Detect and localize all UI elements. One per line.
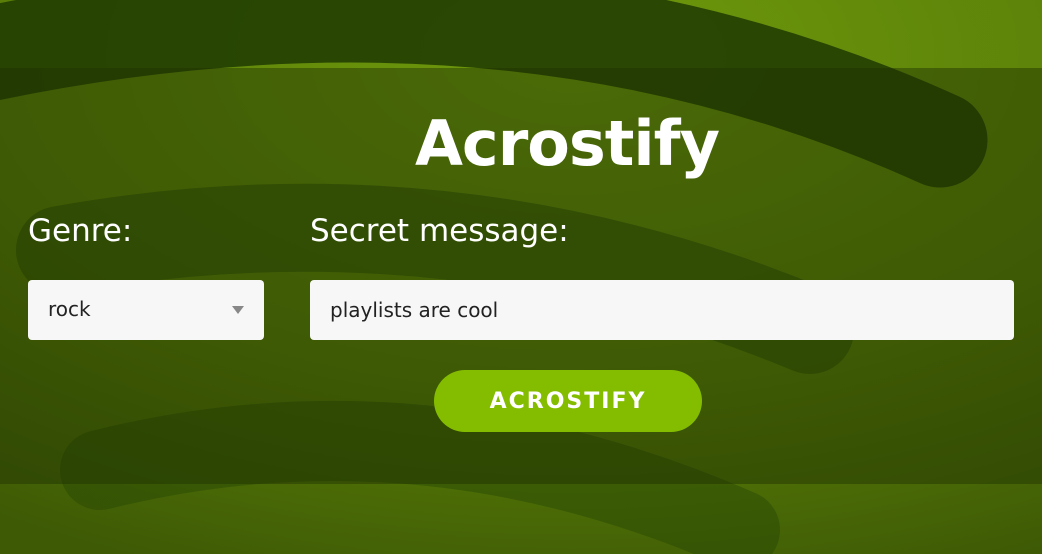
genre-select-value: rock bbox=[48, 297, 91, 321]
chevron-down-icon bbox=[232, 306, 244, 314]
genre-label: Genre: bbox=[28, 213, 133, 249]
secret-message-input[interactable] bbox=[310, 280, 1014, 340]
acrostify-button[interactable]: ACROSTIFY bbox=[434, 370, 702, 432]
genre-select[interactable]: rock bbox=[28, 280, 264, 340]
secret-message-label: Secret message: bbox=[310, 213, 569, 249]
page-title: Acrostify bbox=[414, 107, 720, 180]
